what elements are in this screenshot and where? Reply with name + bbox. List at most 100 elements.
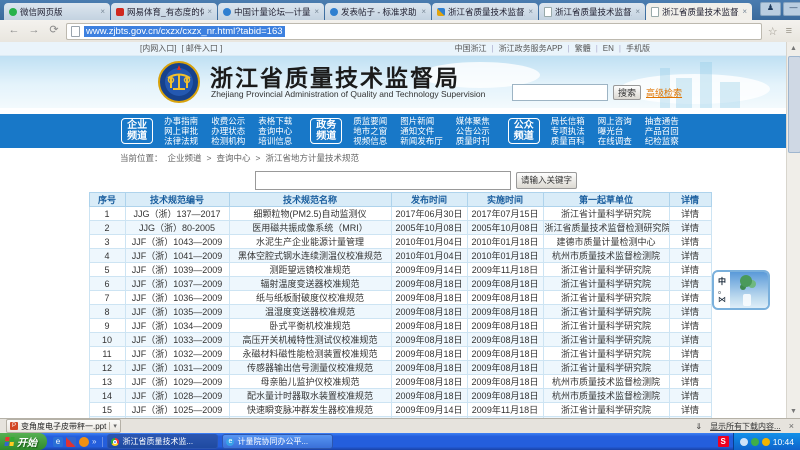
start-button[interactable]: 开始	[0, 433, 47, 450]
profile-icon[interactable]: ♟	[760, 2, 781, 16]
app-quicklaunch-icon[interactable]	[66, 437, 76, 447]
tab-close-icon[interactable]: ×	[742, 7, 747, 16]
address-bar[interactable]: www.zjbts.gov.cn/cxzx/cxzx_nr.html?tabid…	[66, 23, 762, 40]
detail-link[interactable]: 详情	[669, 221, 711, 235]
nav-item[interactable]: 办事指南	[164, 116, 198, 126]
browser-tab[interactable]: 微信网页版×	[4, 3, 110, 20]
channel-badge[interactable]: 政务 频道	[310, 118, 342, 144]
keyword-search-button[interactable]: 请输入关键字	[516, 172, 577, 189]
utility-link[interactable]: EN	[603, 44, 614, 53]
clock[interactable]: 10:44	[773, 437, 794, 447]
ime-punct-icon[interactable]: 。	[718, 286, 726, 295]
downloaded-file-name[interactable]: 变角度电子皮带秤一.ppt	[21, 421, 106, 432]
header-search-button[interactable]: 搜索	[613, 85, 641, 100]
tray-volume-icon[interactable]	[740, 438, 748, 446]
nav-item[interactable]: 质量百科	[551, 136, 585, 146]
browser-tab[interactable]: 浙江省质量技术监督局_首×	[432, 3, 538, 20]
downloaded-file-chip[interactable]: P 变角度电子皮带秤一.ppt ▾	[6, 419, 121, 433]
tab-close-icon[interactable]: ×	[421, 7, 426, 16]
tab-close-icon[interactable]: ×	[207, 7, 212, 16]
breadcrumb-link[interactable]: 查询中心	[217, 152, 251, 164]
nav-item[interactable]: 质量时刊	[456, 136, 490, 146]
browser-tab[interactable]: 中国计量论坛—计量学院×	[218, 3, 324, 20]
nav-item[interactable]: 公告公示	[456, 126, 490, 136]
browser-tab[interactable]: 网易体育_有态度的体育门×	[111, 3, 217, 20]
detail-link[interactable]: 详情	[669, 403, 711, 417]
url-text[interactable]: www.zjbts.gov.cn/cxzx/cxzx_nr.html?tabid…	[84, 26, 285, 37]
detail-link[interactable]: 详情	[669, 389, 711, 403]
chevron-down-icon[interactable]: ▾	[109, 422, 117, 430]
detail-link[interactable]: 详情	[669, 291, 711, 305]
browser-tab[interactable]: 浙江省质量技术监督局×	[539, 3, 645, 20]
keyword-search-input[interactable]	[255, 171, 511, 190]
detail-link[interactable]: 详情	[669, 347, 711, 361]
ie-quicklaunch-icon[interactable]: e	[53, 437, 63, 447]
nav-item[interactable]: 收费公示	[211, 116, 245, 126]
nav-item[interactable]: 媒体聚焦	[456, 116, 490, 126]
nav-item[interactable]: 表格下载	[258, 116, 292, 126]
page-scrollbar[interactable]: ▲ ▼	[786, 42, 800, 418]
detail-link[interactable]: 详情	[669, 277, 711, 291]
nav-item[interactable]: 网上审批	[164, 126, 198, 136]
detail-link[interactable]: 详情	[669, 235, 711, 249]
tab-close-icon[interactable]: ×	[635, 7, 640, 16]
nav-item[interactable]: 在线调查	[598, 136, 632, 146]
utility-link[interactable]: [内网入口]	[140, 43, 176, 54]
channel-badge[interactable]: 企业 频道	[121, 118, 153, 144]
close-download-bar-icon[interactable]: ×	[789, 421, 794, 431]
detail-link[interactable]: 详情	[669, 319, 711, 333]
tab-close-icon[interactable]: ×	[100, 7, 105, 16]
nav-item[interactable]: 地市之窗	[353, 126, 387, 136]
utility-link[interactable]: 中国浙江	[455, 43, 487, 54]
nav-item[interactable]: 局长信箱	[551, 116, 585, 126]
browser-quicklaunch-icon[interactable]	[79, 437, 89, 447]
header-search-input[interactable]	[512, 84, 608, 101]
tab-close-icon[interactable]: ×	[314, 7, 319, 16]
nav-item[interactable]: 纪检监察	[645, 136, 679, 146]
back-icon[interactable]: ←	[6, 23, 22, 39]
tray-shield-icon[interactable]	[751, 438, 759, 446]
nav-item[interactable]: 专项执法	[551, 126, 585, 136]
detail-link[interactable]: 详情	[669, 361, 711, 375]
nav-item[interactable]: 图片新闻	[400, 116, 443, 126]
nav-item[interactable]: 网上咨询	[598, 116, 632, 126]
nav-item[interactable]: 抽查通告	[645, 116, 679, 126]
reload-icon[interactable]: ⟳	[46, 23, 62, 39]
ime-toolbar[interactable]: 中 。 ⋈	[712, 270, 770, 310]
task-button[interactable]: e计量院协同办公平...	[222, 434, 333, 449]
bookmark-star-icon[interactable]: ☆	[766, 25, 780, 38]
browser-tab[interactable]: 发表帖子 - 标准求助 -×	[325, 3, 431, 20]
detail-link[interactable]: 详情	[669, 333, 711, 347]
nav-item[interactable]: 曝光台	[598, 126, 632, 136]
scroll-down-icon[interactable]: ▼	[787, 405, 800, 418]
scrollbar-thumb[interactable]	[788, 56, 800, 153]
ime-lang-icon[interactable]: 中	[718, 277, 726, 286]
detail-link[interactable]: 详情	[669, 249, 711, 263]
nav-item[interactable]: 产品召回	[645, 126, 679, 136]
scroll-up-icon[interactable]: ▲	[787, 42, 800, 55]
utility-link[interactable]: 浙江政务服务APP	[499, 43, 563, 54]
browser-tab[interactable]: 浙江省质量技术监督局×	[646, 3, 752, 20]
nav-item[interactable]: 法律法规	[164, 136, 198, 146]
utility-link[interactable]: 手机版	[626, 43, 650, 54]
utility-link[interactable]: 繁體	[575, 43, 591, 54]
tab-close-icon[interactable]: ×	[528, 7, 533, 16]
nav-item[interactable]: 办理状态	[211, 126, 245, 136]
nav-item[interactable]: 查询中心	[258, 126, 292, 136]
sogou-ime-icon[interactable]: S	[718, 436, 729, 447]
advanced-search-link[interactable]: 高级检索	[646, 86, 682, 99]
nav-item[interactable]: 质监要闻	[353, 116, 387, 126]
detail-link[interactable]: 详情	[669, 263, 711, 277]
channel-badge[interactable]: 公众 频道	[508, 118, 540, 144]
nav-item[interactable]: 培训信息	[258, 136, 292, 146]
breadcrumb-link[interactable]: 企业频道	[168, 152, 202, 164]
chevron-expand-icon[interactable]: »	[92, 437, 96, 446]
nav-item[interactable]: 通知文件	[400, 126, 443, 136]
nav-item[interactable]: 检测机构	[211, 136, 245, 146]
show-all-downloads-link[interactable]: 显示所有下载内容...	[710, 421, 781, 432]
butterfly-icon[interactable]: ⋈	[718, 295, 726, 304]
detail-link[interactable]: 详情	[669, 375, 711, 389]
task-button[interactable]: 浙江省质量技术监...	[107, 434, 218, 449]
forward-icon[interactable]: →	[26, 23, 42, 39]
minimize-button[interactable]: —	[783, 2, 800, 16]
